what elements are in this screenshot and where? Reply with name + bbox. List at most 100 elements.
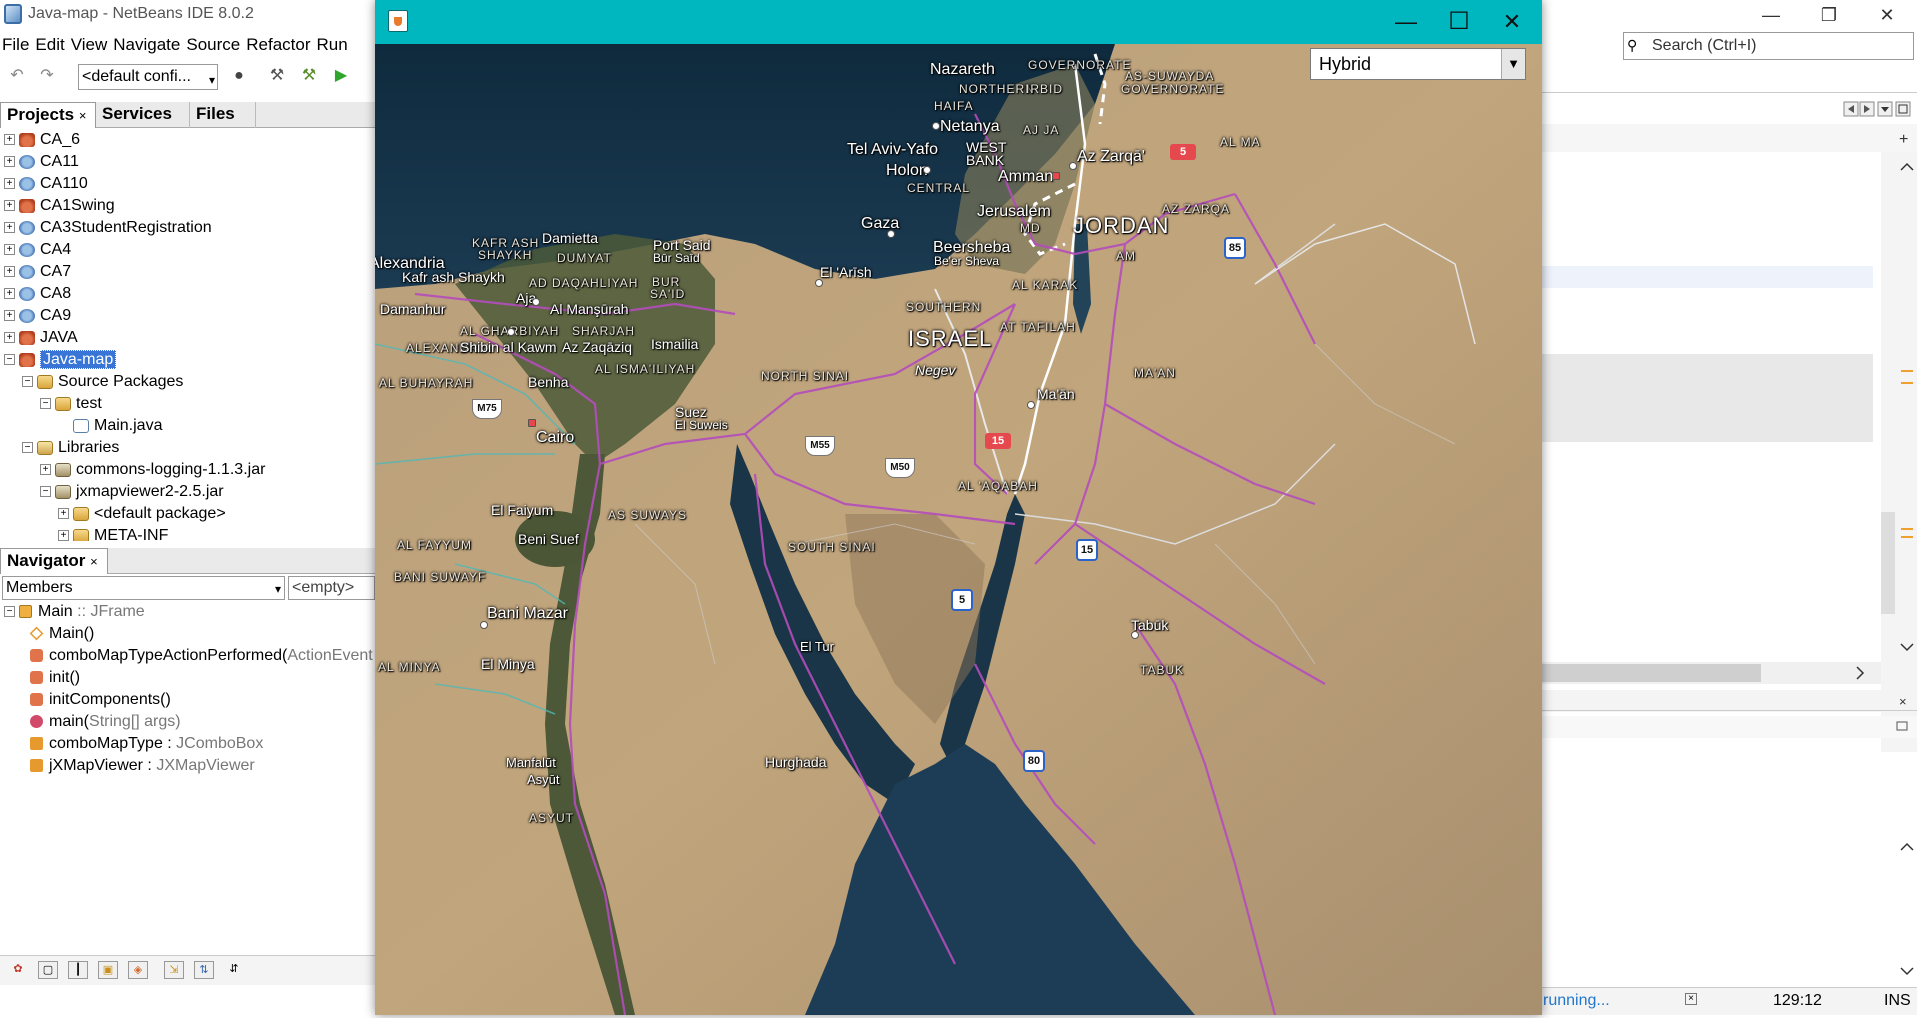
expand-icon[interactable]: +	[4, 288, 15, 300]
menu-refactor[interactable]: Refactor	[244, 32, 314, 58]
expand-icon[interactable]: +	[58, 508, 69, 520]
navigator-member[interactable]: initComponents()	[30, 689, 171, 711]
tree-item[interactable]: + CA3StudentRegistration	[4, 217, 212, 239]
clean-build-icon[interactable]: ⚒	[298, 65, 320, 87]
lock-icon[interactable]: ▣	[98, 961, 118, 979]
ide-restore-button[interactable]: ❐	[1806, 2, 1852, 28]
map-minimize-button[interactable]: —	[1383, 6, 1429, 38]
map-maximize-button[interactable]: ☐	[1436, 6, 1482, 38]
menu-navigate[interactable]: Navigate	[111, 32, 184, 58]
expand-icon[interactable]: +	[4, 134, 15, 146]
shield-m55: M55	[805, 436, 835, 456]
tab-projects[interactable]: Projects ×	[0, 102, 96, 128]
members-select[interactable]: Members ▾	[2, 576, 285, 600]
ide-search-box[interactable]: ⚲ Search (Ctrl+I)	[1623, 32, 1914, 60]
jxmapviewer-canvas[interactable]: Nazareth HAIFA Netanya Tel Aviv-Yafo Hol…	[375, 44, 1542, 1015]
expand-icon[interactable]: +	[4, 244, 15, 256]
menu-source[interactable]: Source	[184, 32, 244, 58]
tree-item[interactable]: + CA8	[4, 283, 71, 305]
navigator-member[interactable]: comboMapType : JComboBox	[30, 733, 263, 755]
tree-item[interactable]: + CA7	[4, 261, 71, 283]
tree-item-label: CA9	[40, 307, 72, 324]
cancel-task-icon[interactable]: ×	[1685, 993, 1697, 1005]
tree-item[interactable]: + META-INF	[58, 525, 168, 541]
label-beni-suef: Beni Suef	[518, 531, 579, 547]
tree-item[interactable]: + CA_6	[4, 129, 80, 151]
expand-icon[interactable]: +	[4, 332, 15, 344]
expand-icon[interactable]: +	[4, 310, 15, 322]
tree-item[interactable]: − test	[40, 393, 102, 415]
navigator-member[interactable]: init()	[30, 667, 80, 689]
tab-services[interactable]: Services	[96, 102, 190, 128]
collapse-icon[interactable]: −	[40, 486, 51, 498]
tree-item[interactable]: + <default package>	[58, 503, 226, 525]
navigator-header: Navigator ×	[0, 548, 375, 574]
close-icon: ×	[1899, 694, 1907, 709]
config-select[interactable]: <default confi... ▾	[78, 64, 218, 90]
menu-view[interactable]: View	[69, 32, 112, 58]
map-close-button[interactable]: ✕	[1489, 6, 1535, 38]
status-running[interactable]: running...	[1543, 992, 1610, 1010]
menu-file[interactable]: File	[0, 32, 33, 58]
label-israel: ISRAEL	[908, 326, 993, 351]
globe-icon[interactable]: ●	[228, 65, 250, 87]
run-icon[interactable]: ▶	[330, 65, 352, 87]
ide-close-button[interactable]: ✕	[1864, 2, 1910, 28]
label-bani-suwayf: BANI SUWAYF	[394, 570, 487, 584]
expand-icon[interactable]: +	[4, 200, 15, 212]
redo-icon[interactable]: ↷	[36, 65, 58, 87]
tree-item[interactable]: + CA4	[4, 239, 71, 261]
fqn-icon[interactable]: ⇲	[164, 961, 184, 979]
chevron-down-icon[interactable]: ▼	[1501, 49, 1525, 79]
expand-icon[interactable]: +	[4, 222, 15, 234]
menu-edit[interactable]: Edit	[33, 32, 68, 58]
navigator-member[interactable]: jXMapViewer : JXMapViewer	[30, 755, 255, 777]
tree-item[interactable]: − Java-map	[4, 349, 117, 371]
member-name: comboMapType :	[49, 735, 177, 752]
map-type-combobox[interactable]: Hybrid ▼	[1310, 48, 1526, 80]
inheritance-icon[interactable]: ✿	[8, 961, 28, 979]
tree-item[interactable]: − Source Packages	[22, 371, 183, 393]
show-static-icon[interactable]: ┃	[68, 961, 88, 979]
navigator-member[interactable]: main(String[] args)	[30, 711, 181, 733]
close-icon[interactable]: ×	[79, 108, 87, 123]
tree-item[interactable]: + CA11	[4, 151, 79, 173]
expand-icon[interactable]: +	[40, 464, 51, 476]
tree-item-label: CA4	[40, 241, 72, 258]
collapse-icon[interactable]: −	[22, 442, 33, 454]
tree-item[interactable]: − Libraries	[22, 437, 119, 459]
tab-navigator[interactable]: Navigator ×	[0, 548, 108, 574]
tree-item[interactable]: + commons-logging-1.1.3.jar	[40, 459, 265, 481]
sort-by-name-icon[interactable]: ⇵	[224, 961, 244, 979]
collapse-icon[interactable]: −	[40, 398, 51, 410]
expand-icon[interactable]: +	[4, 156, 15, 168]
collapse-icon[interactable]: −	[4, 354, 15, 366]
tree-item[interactable]: + CA1Swing	[4, 195, 115, 217]
inner-class-icon[interactable]: ◈	[128, 961, 148, 979]
navigator-member[interactable]: Main()	[29, 623, 94, 645]
expand-icon[interactable]: +	[4, 266, 15, 278]
navigator-member[interactable]: − Main :: JFrame	[4, 601, 145, 623]
ide-minimize-button[interactable]: —	[1748, 2, 1794, 28]
tree-item[interactable]: + JAVA	[4, 327, 78, 349]
sort-by-source-icon[interactable]: ⇅	[194, 961, 214, 979]
menu-run[interactable]: Run	[314, 32, 351, 58]
tree-item[interactable]: + CA9	[4, 305, 71, 327]
collapse-icon[interactable]: −	[22, 376, 33, 388]
tab-files[interactable]: Files	[190, 102, 256, 128]
undo-icon[interactable]: ↶	[6, 65, 28, 87]
tree-item[interactable]: Main.java	[58, 415, 162, 437]
expand-icon[interactable]: +	[58, 530, 69, 541]
tree-item[interactable]: − jxmapviewer2-2.5.jar	[40, 481, 224, 503]
tree-item[interactable]: + CA110	[4, 173, 88, 195]
expand-icon[interactable]: +	[4, 178, 15, 190]
close-icon[interactable]: ×	[90, 554, 98, 569]
search-input[interactable]: Search (Ctrl+I)	[1652, 37, 1756, 55]
chevron-down-icon: ▾	[274, 582, 281, 596]
show-fields-icon[interactable]: ▢	[38, 961, 58, 979]
navigator-member[interactable]: comboMapTypeActionPerformed(ActionEvent	[30, 645, 373, 667]
collapse-icon[interactable]: −	[4, 606, 15, 618]
filter-select[interactable]: <empty>	[288, 576, 375, 600]
city-dot-az-zarqa	[1069, 162, 1077, 170]
build-hammer-icon[interactable]: ⚒	[266, 65, 288, 87]
